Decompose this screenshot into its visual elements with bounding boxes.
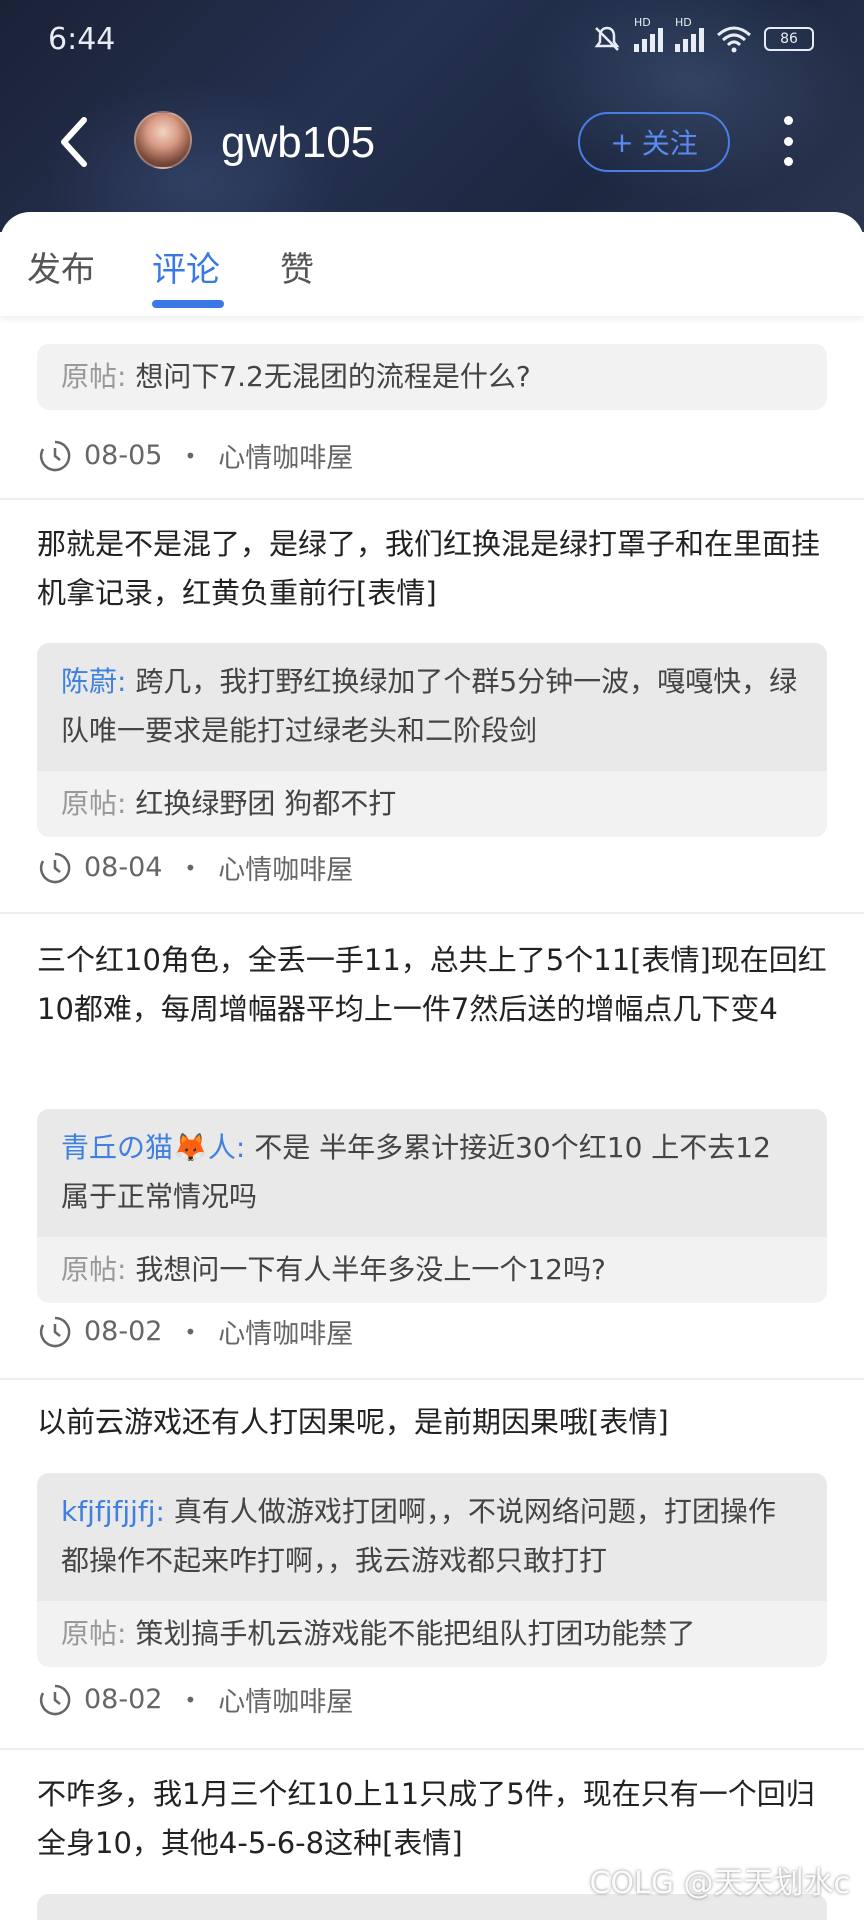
post-date: 08-04: [84, 852, 163, 883]
quoted-thread[interactable]: 青丘の猫🦊人: 不是 半年多累计接近30个红10 上不去12 属于正常情况吗 原…: [37, 1109, 827, 1303]
comment-text: 不咋多，我1月三个红10上11只成了5件，现在只有一个回归全身10，其他4-5-…: [37, 1777, 815, 1860]
comment-text: 以前云游戏还有人打因果呢，是前期因果哦[表情]: [37, 1405, 669, 1439]
original-post: 原帖: 红换绿野团 狗都不打: [37, 771, 827, 837]
clock-icon: [39, 852, 71, 883]
plus-icon: +: [610, 125, 634, 159]
status-bar: 6:44 HD HD 86: [0, 0, 864, 84]
mute-icon: [594, 26, 620, 51]
tab-likes[interactable]: 赞: [280, 242, 314, 291]
board-name[interactable]: 心情咖啡屋: [218, 1680, 353, 1719]
tab-bar: 发布 评论 赞: [0, 212, 864, 316]
original-post-label: 原帖:: [61, 787, 127, 820]
quoted-reply: 陈蔚: 跨几，我打野红换绿加了个群5分钟一波，嘎嘎快，绿队唯一要求是能打过绿老头…: [37, 643, 827, 771]
separator-dot: •: [184, 855, 197, 880]
original-post-label: 原帖:: [61, 1617, 127, 1650]
comment-text: 那就是不是混了，是绿了，我们红换混是绿打罩子和在里面挂机拿记录，红黄负重前行[表…: [37, 527, 821, 610]
separator-dot: •: [184, 1687, 197, 1712]
status-icons: HD HD 86: [592, 16, 814, 54]
signal-icon-2: HD: [675, 16, 704, 52]
watermark: COLG @天天划水c: [589, 1866, 850, 1901]
post-meta: 08-05 • 心情咖啡屋: [38, 436, 353, 475]
tab-comments[interactable]: 评论: [152, 242, 220, 291]
clock-icon: [39, 1316, 71, 1347]
comment-text: 三个红10角色，全丢一手11，总共上了5个11[表情]现在回红10都难，每周增幅…: [37, 943, 827, 1026]
original-post: 原帖: 策划搞手机云游戏能不能把组队打团功能禁了: [37, 1601, 827, 1667]
reply-username[interactable]: kfjfjfjjfj:: [61, 1495, 165, 1528]
reply-text: 真有人做游戏打团啊，，不说网络问题，打团操作都操作不起来咋打啊，，我云游戏都只敢…: [61, 1495, 776, 1577]
quoted-thread[interactable]: kfjfjfjjfj: 真有人做游戏打团啊，，不说网络问题，打团操作都操作不起来…: [37, 1473, 827, 1667]
board-name[interactable]: 心情咖啡屋: [218, 1312, 353, 1351]
reply-text: 跨几，我打野红换绿加了个群5分钟一波，嘎嘎快，绿队唯一要求是能打过绿老头和二阶段…: [61, 665, 798, 747]
status-time: 6:44: [48, 22, 116, 57]
tab-publish[interactable]: 发布: [27, 242, 95, 291]
board-name[interactable]: 心情咖啡屋: [218, 848, 353, 887]
original-post: 原帖: 我想问一下有人半年多没上一个12吗?: [37, 1237, 827, 1303]
quoted-reply: kfjfjfjjfj: 真有人做游戏打团啊，，不说网络问题，打团操作都操作不起来…: [37, 1473, 827, 1601]
separator-dot: •: [184, 443, 197, 468]
post-meta: 08-02 • 心情咖啡屋: [38, 1312, 353, 1351]
profile-header: 6:44 HD HD 86 gwb105 + 关注: [0, 0, 864, 232]
original-post-title: 红换绿野团 狗都不打: [135, 787, 397, 820]
comment-feed: 原帖: 想问下7.2无混团的流程是什么? 08-05 • 心情咖啡屋 那就是不是…: [0, 300, 864, 1920]
signal-icon-1: HD: [634, 16, 663, 52]
list-item[interactable]: 三个红10角色，全丢一手11，总共上了5个11[表情]现在回红10都难，每周增幅…: [0, 914, 864, 1380]
board-name[interactable]: 心情咖啡屋: [218, 436, 353, 475]
post-date: 08-02: [84, 1684, 163, 1715]
avatar[interactable]: [134, 111, 192, 169]
quoted-thread[interactable]: 陈蔚: 跨几，我打野红换绿加了个群5分钟一波，嘎嘎快，绿队唯一要求是能打过绿老头…: [37, 643, 827, 837]
list-item[interactable]: 那就是不是混了，是绿了，我们红换混是绿打罩子和在里面挂机拿记录，红黄负重前行[表…: [0, 500, 864, 914]
quoted-thread[interactable]: 原帖: 想问下7.2无混团的流程是什么?: [37, 344, 827, 410]
follow-button[interactable]: + 关注: [578, 112, 730, 172]
original-post-label: 原帖:: [61, 360, 127, 393]
post-meta: 08-02 • 心情咖啡屋: [38, 1680, 353, 1719]
quoted-reply: 青丘の猫🦊人: 不是 半年多累计接近30个红10 上不去12 属于正常情况吗: [37, 1109, 827, 1237]
original-post-title: 我想问一下有人半年多没上一个12吗?: [135, 1253, 606, 1286]
follow-label: 关注: [641, 127, 698, 160]
list-item[interactable]: 以前云游戏还有人打因果呢，是前期因果哦[表情] kfjfjfjjfj: 真有人做…: [0, 1380, 864, 1750]
post-date: 08-05: [84, 440, 163, 471]
clock-icon: [39, 440, 71, 471]
clock-icon: [39, 1684, 71, 1715]
wifi-icon: [717, 26, 751, 53]
separator-dot: •: [184, 1319, 197, 1344]
post-meta: 08-04 • 心情咖啡屋: [38, 848, 353, 887]
original-post-title: 策划搞手机云游戏能不能把组队打团功能禁了: [135, 1617, 696, 1650]
original-post: 原帖: 想问下7.2无混团的流程是什么?: [37, 344, 827, 410]
back-icon[interactable]: [54, 114, 94, 170]
reply-username[interactable]: 陈蔚:: [61, 665, 126, 698]
reply-username[interactable]: 青丘の猫🦊人:: [61, 1131, 245, 1164]
original-post-label: 原帖:: [61, 1253, 127, 1286]
active-tab-indicator: [152, 300, 224, 308]
original-post-title: 想问下7.2无混团的流程是什么?: [135, 360, 531, 393]
more-options-icon[interactable]: [780, 116, 796, 166]
post-date: 08-02: [84, 1316, 163, 1347]
username: gwb105: [221, 118, 376, 167]
list-item[interactable]: 原帖: 想问下7.2无混团的流程是什么? 08-05 • 心情咖啡屋: [0, 300, 864, 500]
battery-indicator: 86: [764, 27, 814, 51]
